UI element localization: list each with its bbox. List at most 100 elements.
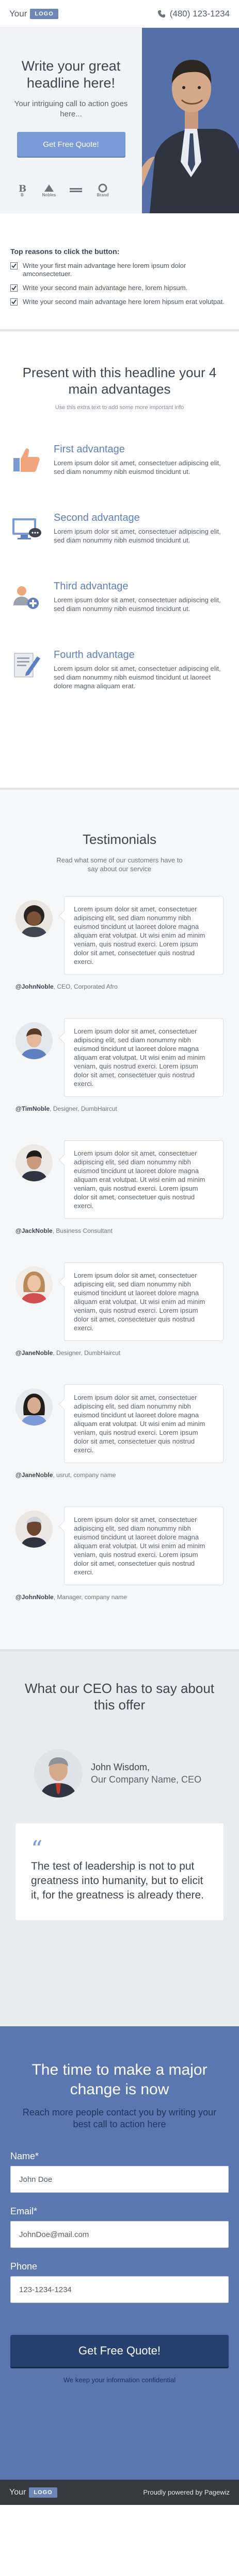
privacy-text: We keep your information confidential [63,2376,176,2384]
partner-brand-icon [98,183,107,192]
phone-contact[interactable]: (480) 123-1234 [157,9,230,19]
testimonials-section: Testimonials Read what some of our custo… [0,788,239,1649]
checkbox-icon [10,262,18,269]
advantage-text: Lorem ipsum dolor sit amet, consectetuer… [54,665,221,690]
testimonial-author: @JaneNoble, usrut, company name [15,1471,116,1479]
form-title: The time to make a major change is now [31,2061,208,2098]
email-label: Email* [10,2206,38,2216]
reasons-title: Top reasons to click the button: [10,247,120,256]
name-field[interactable] [10,2166,229,2193]
footer-brand-logo[interactable]: Your LOGO [9,2487,57,2498]
thumbs-up-icon [13,448,40,472]
testimonial-author: @TimNoble, Designer, DumbHaircut [15,1105,117,1112]
testimonial-item: Lorem ipsum dolor sit amet, consectetuer… [15,1384,224,1479]
partner-logos: B B Nobles Brand [11,181,114,199]
name-label: Name* [10,2151,39,2161]
testimonial-quote: Lorem ipsum dolor sit amet, consectetuer… [64,1262,224,1341]
footer: Your LOGO Proudly powered by Pagewiz [0,2480,239,2505]
testimonial-quote: Lorem ipsum dolor sit amet, consectetuer… [64,1140,224,1219]
brand-logo[interactable]: Your LOGO [9,8,58,19]
advantage-item: Third advantage Lorem ipsum dolor sit am… [10,581,229,613]
reasons-section: Top reasons to click the button: Write y… [0,213,239,329]
brand-word: Your [9,8,27,19]
testimonial-quote: Lorem ipsum dolor sit amet, consectetuer… [64,1506,224,1585]
quote-icon: “ [31,1836,43,1862]
reason-item: Write your second main advantage here, l… [10,284,229,292]
lead-form-section: The time to make a major change is now R… [0,2026,239,2480]
checkbox-icon [10,298,18,306]
testimonial-item: Lorem ipsum dolor sit amet, consectetuer… [15,896,224,990]
powered-by-link[interactable]: Proudly powered by Pagewiz [143,2488,230,2496]
phone-number: (480) 123-1234 [169,8,230,19]
testimonial-item: Lorem ipsum dolor sit amet, consectetuer… [15,1262,224,1357]
reason-item: Write your first main advantage here lor… [10,262,229,278]
hero-person-image [139,28,239,213]
avatar [15,1022,53,1059]
svg-text:B: B [19,183,26,193]
partner-lines-icon [70,188,82,192]
ceo-section: What our CEO has to say about this offer… [0,1649,239,2026]
phone-icon [157,10,165,18]
reason-item: Write your second main advantage here lo… [10,298,229,306]
partner-logo-1: B B [11,181,33,199]
avatar [15,900,53,937]
top-bar: Your LOGO (480) 123-1234 [0,0,239,28]
advantage-title: First advantage [54,444,125,455]
submit-quote-button[interactable]: Get Free Quote! [10,2335,229,2367]
testimonial-author: @JohnNoble, CEO, Corporated Afro [15,983,118,990]
testimonial-author: @JackNoble, Business Consultant [15,1227,113,1234]
avatar [15,1144,53,1181]
checkbox-icon [10,284,18,292]
hero-quote-button[interactable]: Get Free Quote! [17,132,125,157]
testimonial-quote: Lorem ipsum dolor sit amet, consectetuer… [64,1018,224,1097]
testimonial-item: Lorem ipsum dolor sit amet, consectetuer… [15,1140,224,1234]
advantage-item: First advantage Lorem ipsum dolor sit am… [10,444,229,476]
advantages-title: Present with this headline your 4 main a… [22,365,217,397]
testimonials-subtitle: Read what some of our customers have to … [56,856,183,873]
email-field[interactable] [10,2221,229,2248]
ceo-photo [34,1749,83,1798]
hero-subtitle: Your intriguing call to action goes here… [14,99,128,118]
ceo-quote-text: The test of leadership is not to put gre… [31,1860,204,1901]
ceo-name: John Wisdom, [91,1762,150,1772]
advantages-subtitle: Use this extra text to add some more imp… [55,404,184,411]
testimonial-quote: Lorem ipsum dolor sit amet, consectetuer… [64,896,224,975]
partner-logo-3 [65,181,87,199]
form-subtitle: Reach more people contact you by writing… [22,2107,217,2129]
phone-label: Phone [10,2261,38,2272]
testimonial-author: @JaneNoble, Designer, DumbHaircut [15,1349,121,1357]
testimonial-item: Lorem ipsum dolor sit amet, consectetuer… [15,1018,224,1112]
logo-badge: LOGO [30,8,58,19]
advantage-text: Lorem ipsum dolor sit amet, consectetuer… [54,528,221,544]
hero-card: Write your great headline here! Your int… [0,28,142,213]
avatar [15,1266,53,1303]
advantages-section: Present with this headline your 4 main a… [0,329,239,788]
footer-brand-word: Your [9,2487,26,2497]
footer-logo-badge: LOGO [29,2487,57,2498]
ceo-quote-card: “ The test of leadership is not to put g… [15,1823,224,1920]
testimonial-quote: Lorem ipsum dolor sit amet, consectetuer… [64,1384,224,1463]
advantage-title: Second advantage [54,512,140,523]
phone-field[interactable] [10,2276,229,2303]
partner-logo-2: Nobles [38,181,60,199]
privacy-note: We keep your information confidential [10,2376,229,2384]
avatar [15,1388,53,1426]
advantage-item: Second advantage Lorem ipsum dolor sit a… [10,512,229,545]
advantage-title: Third advantage [54,581,129,592]
advantage-title: Fourth advantage [54,649,135,660]
testimonial-author: @JohnNoble, Manager, company name [15,1594,127,1601]
advantage-text: Lorem ipsum dolor sit amet, consectetuer… [54,596,221,613]
ceo-section-title: What our CEO has to say about this offer [24,1681,215,1713]
document-pen-icon [14,653,40,677]
partner-nobles-icon [44,184,54,192]
ceo-company: Our Company Name, CEO [91,1774,202,1785]
advantage-item: Fourth advantage Lorem ipsum dolor sit a… [10,649,229,690]
testimonials-title: Testimonials [82,832,157,847]
partner-b-icon: B [19,183,26,193]
hero-headline: Write your great headline here! [21,58,121,91]
user-add-icon [13,586,39,609]
hero-section: Write your great headline here! Your int… [0,28,239,213]
avatar [15,1511,53,1548]
testimonial-item: Lorem ipsum dolor sit amet, consectetuer… [15,1506,224,1601]
ceo-profile: John Wisdom, Our Company Name, CEO [34,1749,224,1798]
